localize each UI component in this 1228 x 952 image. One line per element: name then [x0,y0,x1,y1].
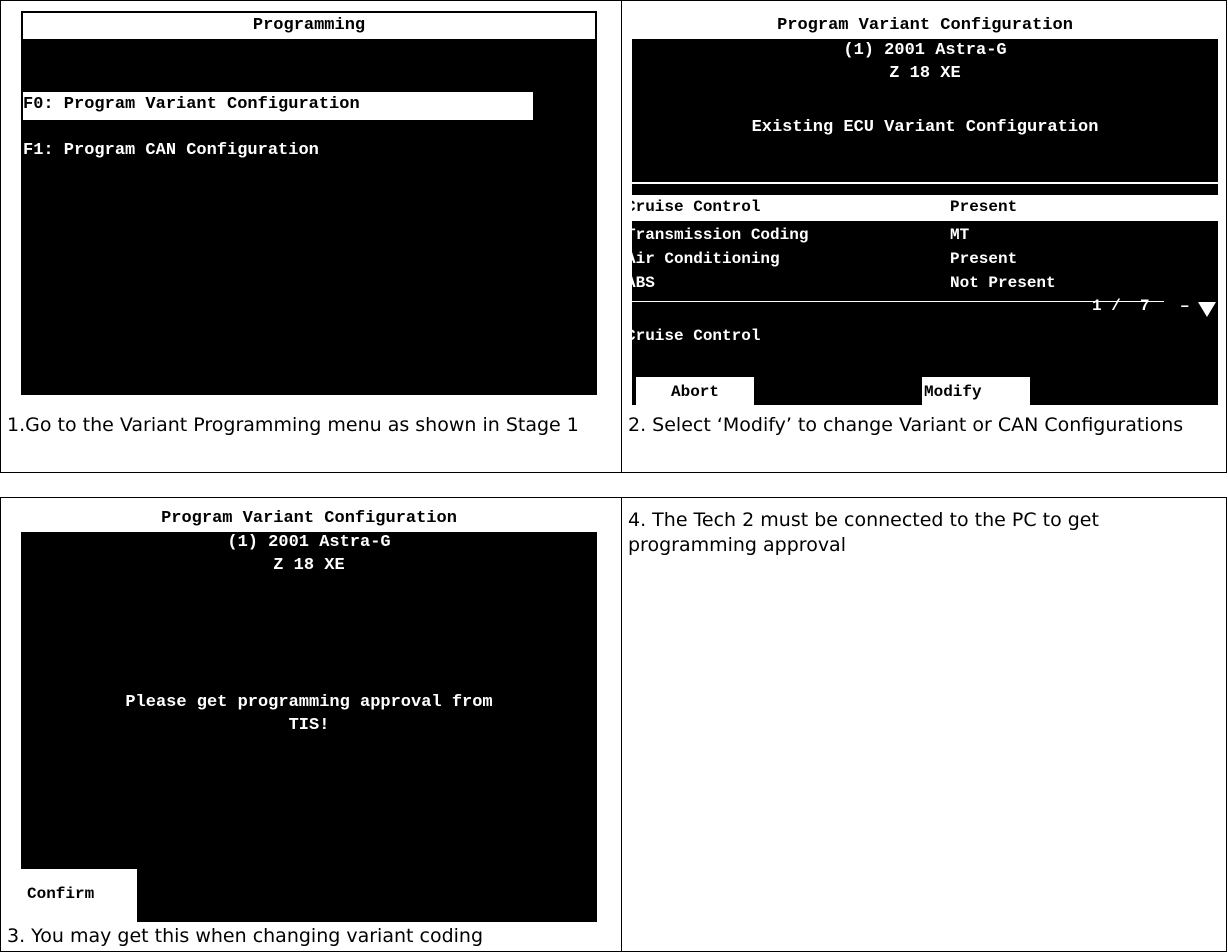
step-4-caption: 4. The Tech 2 must be connected to the P… [628,509,1099,556]
confirm-button-label: Confirm [27,885,95,903]
config-row-value: MT [950,226,970,244]
title-bar: Program Variant Configuration [21,506,597,532]
variant-config-screen: Program Variant Configuration (1) 2001 A… [632,13,1218,405]
step-3-caption: 3. You may get this when changing varian… [7,925,484,947]
menu-item-f1[interactable]: F1: Program CAN Configuration [23,141,319,160]
config-row-label: ABS [632,274,655,292]
screen-title: Program Variant Configuration [161,509,457,528]
page-indicator: 1 / 7 [1092,297,1150,315]
programming-screen: Programming F0: Program Variant Configur… [21,11,597,395]
cell-step-1: Programming F0: Program Variant Configur… [0,0,622,473]
divider [632,182,1218,184]
config-row-selected[interactable]: Cruise Control Present [632,195,1218,221]
config-row-value: Not Present [950,274,1056,292]
engine-label: Z 18 XE [273,556,345,575]
step-1-caption: 1.Go to the Variant Programming menu as … [7,414,579,436]
vehicle-label: (1) 2001 Astra-G [227,533,391,552]
config-row-label: Air Conditioning [632,250,780,268]
screen-title: Programming [252,16,366,35]
engine-label: Z 18 XE [889,64,961,83]
modify-button-label: Modify [924,383,982,401]
screen-title: Program Variant Configuration [777,16,1073,35]
scroll-down-icon[interactable] [1198,302,1216,318]
list-separator [632,301,1164,302]
menu-item-f0-label: F0: Program Variant Configuration [23,95,360,114]
approval-message-line-2: TIS! [288,716,330,735]
abort-button[interactable]: Abort [636,377,754,405]
config-row-label: Cruise Control [632,198,761,216]
section-subtitle: Existing ECU Variant Configuration [751,118,1099,137]
bottom-table: Program Variant Configuration (1) 2001 A… [0,497,1227,952]
vehicle-label: (1) 2001 Astra-G [843,41,1007,60]
title-bar: Program Variant Configuration [632,13,1218,39]
config-row-value: Present [950,198,1018,216]
step-2-caption: 2. Select ‘Modify’ to change Variant or … [628,414,1184,436]
config-row-label: Transmission Coding [632,226,809,244]
approval-message-line-1: Please get programming approval from [125,693,493,712]
header-bar: Programming [23,13,595,39]
config-row[interactable]: Transmission Coding MT [632,224,1218,248]
config-row[interactable]: Air Conditioning Present [632,248,1218,272]
top-table: Programming F0: Program Variant Configur… [0,0,1227,473]
cell-step-4: 4. The Tech 2 must be connected to the P… [621,497,1227,952]
config-row-value: Present [950,250,1018,268]
approval-screen: Program Variant Configuration (1) 2001 A… [21,506,597,922]
config-row[interactable]: ABS Not Present [632,272,1218,296]
menu-item-f0[interactable]: F0: Program Variant Configuration [23,92,533,120]
selected-item-label: Cruise Control [632,327,761,345]
cell-step-2: Program Variant Configuration (1) 2001 A… [621,0,1227,473]
dash-glyph: – [1180,297,1190,315]
modify-button[interactable]: Modify [922,377,1030,405]
confirm-button[interactable]: Confirm [21,869,137,922]
abort-button-label: Abort [670,383,719,401]
cell-step-3: Program Variant Configuration (1) 2001 A… [0,497,622,952]
